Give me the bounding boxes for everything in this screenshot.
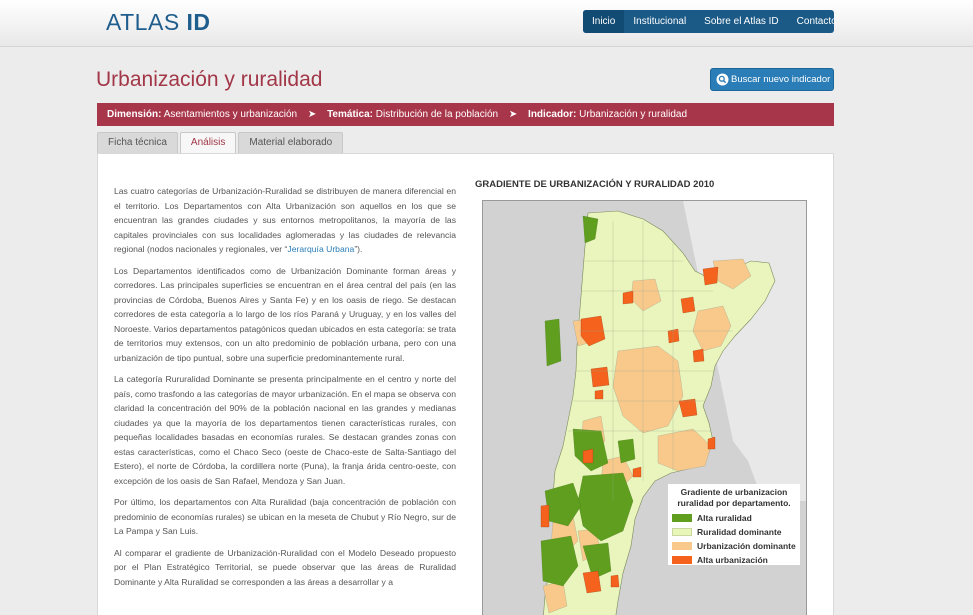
legend-item: Alta ruralidad <box>668 513 800 523</box>
legend-title: ruralidad por departamento. <box>677 498 791 508</box>
legend-title: Gradiente de urbanizacion <box>680 487 788 497</box>
search-indicator-button[interactable]: Buscar nuevo indicador <box>710 68 834 91</box>
legend-swatch <box>672 556 692 564</box>
crumb-indicador[interactable]: Urbanización y ruralidad <box>579 109 687 120</box>
tab-bar: Ficha técnica Análisis Material elaborad… <box>97 132 345 154</box>
crumb-dimension-label: Dimensión: <box>107 109 162 120</box>
top-bar: ATLAS ID Inicio Institucional Sobre el A… <box>0 0 973 47</box>
crumb-indicador-label: Indicador: <box>528 109 577 120</box>
search-button-label: Buscar nuevo indicador <box>731 74 831 85</box>
logo[interactable]: ATLAS ID <box>106 9 211 36</box>
tab-analisis[interactable]: Análisis <box>179 132 237 154</box>
crumb-dimension[interactable]: Asentamientos y urbanización <box>164 109 297 120</box>
paragraph: Por último, los departamentos con Alta R… <box>114 497 456 536</box>
main-nav: Inicio Institucional Sobre el Atlas ID C… <box>583 10 834 33</box>
page-title: Urbanización y ruralidad <box>96 68 323 91</box>
nav-item-inicio[interactable]: Inicio <box>583 10 625 33</box>
legend-label: Alta urbanización <box>697 555 768 565</box>
legend-label: Alta ruralidad <box>697 513 752 523</box>
paragraph: Al comparar el gradiente de Urbanización… <box>114 547 456 587</box>
legend-item: Urbanización dominante <box>668 541 800 551</box>
chevron-right-icon: ➤ <box>307 109 317 120</box>
legend-swatch <box>672 528 692 536</box>
legend-label: Ruralidad dominante <box>697 527 782 537</box>
crumb-tematica[interactable]: Distribución de la población <box>376 109 498 120</box>
map-legend: Gradiente de urbanizacion ruralidad por … <box>668 484 800 565</box>
nav-item-institucional[interactable]: Institucional <box>624 10 695 33</box>
paragraph-text: ”). <box>354 244 363 254</box>
paragraph-text: Las cuatro categorías de Urbanización-Ru… <box>114 186 456 254</box>
legend-item: Ruralidad dominante <box>668 527 800 537</box>
logo-text: ATLAS <box>106 9 180 35</box>
nav-item-sobre[interactable]: Sobre el Atlas ID <box>695 10 787 33</box>
tab-ficha-tecnica[interactable]: Ficha técnica <box>97 132 178 154</box>
map-title: GRADIENTE DE URBANIZACIÓN Y RURALIDAD 20… <box>475 179 715 190</box>
legend-swatch <box>672 542 692 550</box>
paragraph: La categoría Rururalidad Dominante se pr… <box>114 374 456 486</box>
analysis-text: Las cuatro categorías de Urbanización-Ru… <box>114 184 456 596</box>
paragraph: Las cuatro categorías de Urbanización-Ru… <box>114 184 456 257</box>
search-icon <box>716 73 729 86</box>
crumb-tematica-label: Temática: <box>327 109 374 120</box>
breadcrumb: Dimensión: Asentamientos y urbanización … <box>97 103 834 126</box>
tab-material-elaborado[interactable]: Material elaborado <box>238 132 344 154</box>
legend-item: Alta urbanización <box>668 555 800 565</box>
chevron-right-icon: ➤ <box>508 109 518 120</box>
paragraph: Los Departamentos identificados como de … <box>114 265 456 363</box>
logo-text-bold: ID <box>186 9 211 35</box>
legend-label: Urbanización dominante <box>697 541 796 551</box>
nav-item-contacto[interactable]: Contacto <box>788 10 834 33</box>
jerarquia-urbana-link[interactable]: Jerarquía Urbana <box>287 244 354 254</box>
legend-swatch <box>672 514 692 522</box>
